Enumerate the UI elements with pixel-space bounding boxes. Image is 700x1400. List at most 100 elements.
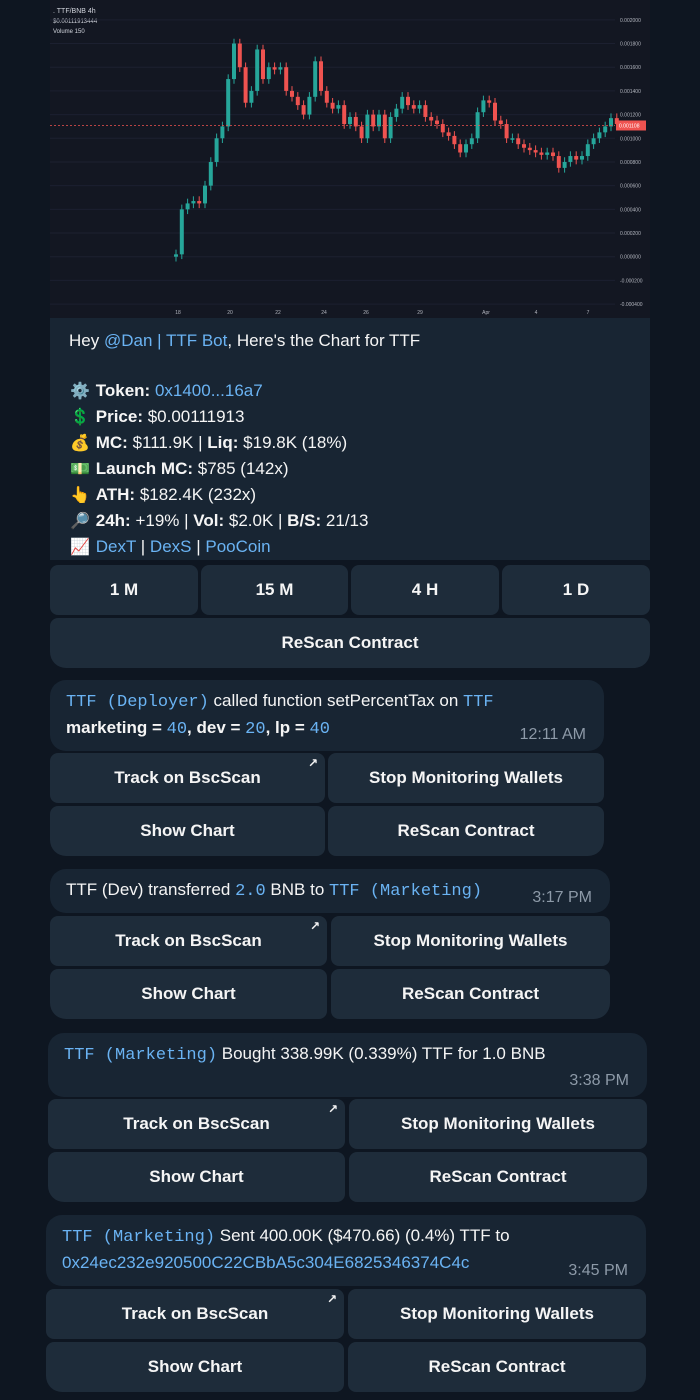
h24-value: +19% bbox=[135, 511, 180, 530]
rescan-contract-button[interactable]: ReScan Contract bbox=[331, 969, 610, 1019]
show-chart-button[interactable]: Show Chart bbox=[50, 969, 327, 1019]
candle-body bbox=[394, 108, 399, 117]
marketing-wallet-link[interactable]: TTF (Marketing) bbox=[329, 882, 482, 901]
mc-row: 💰 MC: $111.9K | Liq: $19.8K (18%) bbox=[69, 430, 638, 456]
token-label: Token: bbox=[95, 381, 151, 400]
candle-body bbox=[481, 100, 486, 113]
candle-body bbox=[295, 96, 300, 106]
button-label: Track on BscScan bbox=[114, 768, 261, 787]
track-bscscan-button[interactable]: Track on BscScan ↗ bbox=[50, 753, 325, 803]
candle-body bbox=[313, 61, 318, 97]
mc-label: MC: bbox=[95, 433, 128, 452]
liq-value: $19.8K (18%) bbox=[243, 433, 348, 452]
candle-body bbox=[348, 116, 352, 125]
candle-body bbox=[568, 156, 573, 162]
rescan-contract-button[interactable]: ReScan Contract bbox=[328, 806, 604, 856]
price-chart[interactable]: . TTF/BNB 4h $0.00111913444 Volume 150 0… bbox=[50, 0, 650, 318]
poocoin-link[interactable]: PooCoin bbox=[205, 537, 270, 556]
candle-body bbox=[452, 135, 457, 145]
show-chart-button[interactable]: Show Chart bbox=[50, 806, 325, 856]
magnifier-icon: 🔎 bbox=[70, 513, 90, 530]
candle-body bbox=[330, 102, 335, 109]
message-time: 3:17 PM bbox=[532, 889, 592, 906]
candle-body bbox=[284, 67, 289, 91]
candle-body bbox=[255, 49, 260, 91]
marketing-label: marketing = bbox=[66, 718, 167, 737]
timeframe-1d-button[interactable]: 1 D bbox=[502, 565, 650, 615]
message-text: BNB to bbox=[265, 880, 330, 899]
y-tick-label: 0.001200 bbox=[620, 113, 641, 119]
y-tick-label: 0.002000 bbox=[620, 18, 641, 24]
candle-body bbox=[458, 144, 463, 153]
rescan-contract-button[interactable]: ReScan Contract bbox=[348, 1342, 646, 1392]
ath-value: $182.4K (232x) bbox=[139, 485, 257, 504]
banknote-icon: 💵 bbox=[70, 461, 90, 478]
token-address-link[interactable]: 0x1400...16a7 bbox=[155, 381, 263, 400]
timeframe-15m-button[interactable]: 15 M bbox=[201, 565, 348, 615]
rescan-contract-button[interactable]: ReScan Contract bbox=[349, 1152, 647, 1202]
x-tick-label: Apr bbox=[482, 310, 490, 316]
marketing-wallet-link[interactable]: TTF (Marketing) bbox=[64, 1046, 217, 1065]
greeting: Hey @Dan | TTF Bot, Here's the Chart for… bbox=[69, 328, 638, 353]
separator: | bbox=[179, 511, 194, 530]
pointing-up-icon: 👆 bbox=[70, 487, 90, 504]
stop-monitoring-button[interactable]: Stop Monitoring Wallets bbox=[349, 1099, 647, 1149]
rescan-contract-button[interactable]: ReScan Contract bbox=[50, 618, 650, 668]
show-chart-button[interactable]: Show Chart bbox=[48, 1152, 345, 1202]
h24-label: 24h: bbox=[95, 511, 131, 530]
stop-monitoring-button[interactable]: Stop Monitoring Wallets bbox=[328, 753, 604, 803]
message-text: Bought 338.99K (0.339%) TTF for 1.0 BNB bbox=[217, 1044, 546, 1063]
timeframe-4h-button[interactable]: 4 H bbox=[351, 565, 499, 615]
candle-body bbox=[365, 114, 370, 139]
dext-link[interactable]: DexT bbox=[96, 537, 136, 556]
track-bscscan-button[interactable]: Track on BscScan ↗ bbox=[48, 1099, 345, 1149]
separator: | bbox=[136, 537, 150, 556]
message-time: 12:11 AM bbox=[519, 726, 586, 743]
candle-body bbox=[469, 138, 474, 145]
bs-label: B/S: bbox=[287, 511, 322, 530]
deployer-wallet-link[interactable]: TTF (Deployer) bbox=[66, 693, 209, 712]
y-tick-label: 0.000400 bbox=[620, 207, 641, 213]
candle-body bbox=[400, 96, 405, 109]
candle-body bbox=[580, 156, 584, 160]
candle-body bbox=[533, 150, 538, 153]
ath-label: ATH: bbox=[95, 485, 136, 504]
token-code-link[interactable]: TTF bbox=[463, 693, 494, 712]
x-tick-label: 24 bbox=[321, 310, 327, 316]
stop-monitoring-button[interactable]: Stop Monitoring Wallets bbox=[348, 1289, 646, 1339]
candle-body bbox=[487, 100, 492, 103]
message-text: Sent 400.00K ($470.66) (0.4%) TTF to bbox=[215, 1226, 510, 1245]
tax-change-message: TTF (Deployer) called function setPercen… bbox=[50, 680, 604, 751]
vol-label: Vol: bbox=[193, 511, 225, 530]
show-chart-button[interactable]: Show Chart bbox=[46, 1342, 344, 1392]
y-tick-label: 0.000000 bbox=[620, 255, 641, 261]
candle-body bbox=[562, 161, 567, 168]
candle-body bbox=[336, 105, 341, 109]
gear-icon: ⚙️ bbox=[70, 383, 90, 400]
stop-monitoring-button[interactable]: Stop Monitoring Wallets bbox=[331, 916, 610, 966]
sent-message: TTF (Marketing) Sent 400.00K ($470.66) (… bbox=[46, 1215, 646, 1286]
marketing-wallet-link[interactable]: TTF (Marketing) bbox=[62, 1228, 215, 1247]
x-tick-label: 4 bbox=[535, 310, 538, 316]
track-bscscan-button[interactable]: Track on BscScan ↗ bbox=[46, 1289, 344, 1339]
user-link[interactable]: @Dan | TTF Bot bbox=[104, 331, 227, 350]
chart-caption: Hey @Dan | TTF Bot, Here's the Chart for… bbox=[69, 328, 638, 560]
candle-body bbox=[574, 156, 579, 160]
vol-value: $2.0K bbox=[228, 511, 274, 530]
button-label: Track on BscScan bbox=[121, 1304, 269, 1323]
candle-body bbox=[446, 132, 451, 136]
track-bscscan-button[interactable]: Track on BscScan ↗ bbox=[50, 916, 327, 966]
lp-value: 40 bbox=[309, 720, 330, 739]
y-tick-label: 0.001400 bbox=[620, 89, 641, 95]
timeframe-1m-button[interactable]: 1 M bbox=[50, 565, 198, 615]
candle-body bbox=[226, 79, 231, 127]
dexs-link[interactable]: DexS bbox=[150, 537, 192, 556]
candle-body bbox=[278, 67, 283, 70]
current-price-label: 0.001108 bbox=[619, 123, 640, 129]
x-tick-label: 18 bbox=[175, 310, 181, 316]
recipient-address-link[interactable]: 0x24ec232e920500C22CBbA5c304E6825346374C… bbox=[62, 1253, 469, 1272]
candle-body bbox=[388, 116, 393, 139]
chart-volume-label: Volume 150 bbox=[53, 29, 85, 35]
greeting-suffix: , Here's the Chart for TTF bbox=[227, 331, 421, 350]
